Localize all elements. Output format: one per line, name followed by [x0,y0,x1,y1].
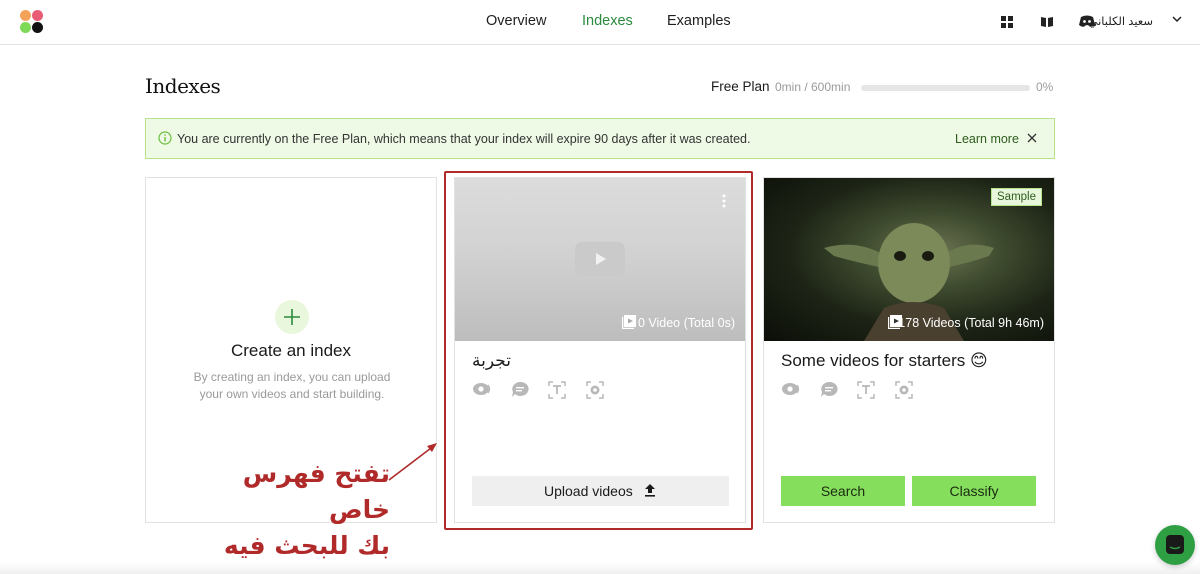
nav-overview[interactable]: Overview [486,13,546,29]
banner-message: You are currently on the Free Plan, whic… [177,132,751,146]
conversation-icon [821,381,838,397]
sample-index-name: Some videos for starters 😊 [781,351,988,370]
nav-examples[interactable]: Examples [667,13,731,29]
plus-icon [284,309,300,325]
upload-icon [645,484,655,497]
plan-usage-percent: 0% [1036,80,1054,94]
learn-more-link[interactable]: Learn more [955,132,1019,146]
logo-icon [895,381,913,399]
conversation-icon [512,381,529,397]
chevron-down-icon[interactable] [1172,14,1182,24]
chat-support-button[interactable] [1155,525,1195,565]
nav-indexes[interactable]: Indexes [582,13,633,29]
search-button[interactable]: Search [781,476,905,506]
plan-usage: 0min / 600min [775,80,851,94]
upload-videos-label: Upload videos [544,483,633,499]
annotation-line-1: تفتح فهرس خاص [242,459,390,524]
create-index-description: By creating an index, you can upload you… [193,370,391,401]
plan-label: Free Plan [711,79,770,94]
main-nav: Overview Indexes Examples [0,0,1200,45]
sample-badge: Sample [991,188,1042,206]
sample-thumbnail[interactable]: Sample 178 Videos (Total 9h 46m) [764,178,1054,341]
info-icon [158,131,172,145]
annotation-arrow-icon [388,443,437,481]
docs-book-icon[interactable] [1040,16,1054,28]
logo-icon [586,381,604,399]
sample-index-card[interactable]: Sample 178 Videos (Total 9h 46m) Some vi… [763,177,1055,523]
add-index-button[interactable] [275,300,309,334]
close-icon[interactable] [1026,132,1038,144]
play-icon [596,253,606,265]
video-count: 0 Video (Total 0s) [637,316,735,330]
video-library-icon [622,315,636,329]
upload-videos-button[interactable]: Upload videos [472,476,729,506]
annotation-line-2: بك للبحث فيه [223,531,390,560]
visual-icon [473,383,491,395]
dashboard-icon[interactable] [1001,16,1013,28]
create-index-title: Create an index [230,341,352,360]
index-card[interactable]: 0 Video (Total 0s) تجربة Upload videos [454,177,746,523]
more-options-icon[interactable] [721,193,727,209]
top-nav-bar: Overview Indexes Examples سعيد الكلباني [0,0,1200,45]
text-in-video-icon [857,381,875,399]
index-name: تجربة [472,351,511,370]
chat-icon [1166,535,1184,554]
video-placeholder [575,242,625,276]
annotation-text: تفتح فهرس خاص بك للبحث فيه [175,456,390,564]
bottom-shadow [0,562,1200,574]
page-title: Indexes [145,74,221,98]
user-name[interactable]: سعيد الكلباني [1088,14,1153,28]
plan-usage-bar [861,85,1030,91]
index-thumbnail[interactable]: 0 Video (Total 0s) [455,178,745,341]
visual-icon [782,383,800,395]
classify-button[interactable]: Classify [912,476,1036,506]
free-plan-banner: You are currently on the Free Plan, whic… [145,118,1055,159]
text-in-video-icon [548,381,566,399]
sample-video-count: 178 Videos (Total 9h 46m) [898,316,1044,330]
